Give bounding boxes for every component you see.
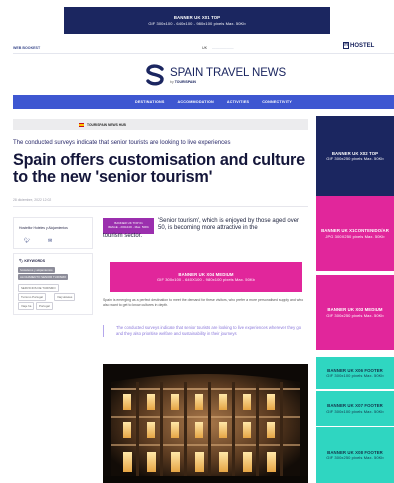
article-subhead: The conducted surveys indicate that seni… xyxy=(13,140,231,146)
main-nav: DESTINATIONS ACCOMMODATION ACTIVITIES CO… xyxy=(13,95,394,109)
banner-spec: GIF 300x100 pixels Max. 50Kb xyxy=(326,408,384,414)
author-box xyxy=(13,217,93,249)
keyword-tag[interactable]: SERVICIOS DE TURISMO xyxy=(18,284,59,293)
banner-spec: GIF 300x250 pixels Max. 50Kb xyxy=(326,156,384,162)
twitter-icon[interactable]: 🐦︎ xyxy=(24,238,30,244)
article-paragraph: Spain is emerging as a perfect destinati… xyxy=(103,298,304,307)
banner-spec: GIF 300x250 pixels Max. 50Kb xyxy=(326,312,384,318)
banner-spec: GIF 300x250 pixels Max. 50Kb xyxy=(326,455,384,461)
mail-icon[interactable]: ✉ xyxy=(48,238,52,244)
keyword-tag[interactable]: Turismo Portugal xyxy=(18,293,46,302)
section-tag-label: TOURISPAIN NEWS HUB xyxy=(87,122,126,127)
keyword-tag[interactable]: hosteleros y alojamientos xyxy=(18,267,55,274)
language-other[interactable]: —————— xyxy=(212,46,234,50)
date-divider xyxy=(13,206,308,207)
author-name[interactable]: Hostelfor Hoteles y Alojamientos xyxy=(19,226,68,230)
section-tag[interactable]: TOURISPAIN NEWS HUB xyxy=(13,119,308,130)
right-banner-ad[interactable]: BANNER UK X07 FOOTER GIF 300x100 pixels … xyxy=(316,391,394,426)
hostel-logo[interactable]: H HOSTEL xyxy=(343,42,374,49)
hostel-logo-text: HOSTEL xyxy=(350,42,375,49)
keywords-title-text: KEYWORDS xyxy=(24,259,46,263)
article-quote: The conducted surveys indicate that seni… xyxy=(103,325,308,338)
keywords-title: 🏷︎ KEYWORDS xyxy=(19,259,46,263)
banner-spec: GIF 300x100 - 640x100 - 980x100 pixels M… xyxy=(148,20,246,26)
nav-destinations[interactable]: DESTINATIONS xyxy=(135,100,165,104)
nav-accommodation[interactable]: ACCOMMODATION xyxy=(178,100,214,104)
language-uk[interactable]: UK xyxy=(202,46,207,50)
small-ad-line2: IMAGE - 200x100 - Max. 50Kb xyxy=(108,225,149,229)
inline-small-ad[interactable]: BANNER UK TOP 01 IMAGE - 200x100 - Max. 5… xyxy=(103,218,154,234)
logo-sub-prefix: by xyxy=(170,79,174,84)
keyword-tag[interactable]: Viaje ha xyxy=(18,302,35,311)
article-intro-continued: tourism sector. xyxy=(103,233,143,239)
site-logo[interactable]: SPAIN TRAVEL NEWS by TOURISPAIN xyxy=(145,64,286,86)
right-banner-ad[interactable]: BANNER UK X03 MEDIUM GIF 300x250 pixels … xyxy=(316,275,394,350)
right-banner-ad[interactable]: BANNER UK X02 TOP GIF 300x250 pixels Max… xyxy=(316,116,394,196)
article-headline: Spain offers customisation and culture t… xyxy=(13,151,305,186)
medium-banner-ad[interactable]: BANNER UK X04 MEDIUM GIF 300x100 - 640X1… xyxy=(110,262,302,292)
article-intro: 'Senior tourism', which is enjoyed by th… xyxy=(158,218,300,232)
banner-spec: GIF 300x100 - 640X100 - 980x100 pixels M… xyxy=(157,277,255,283)
utility-divider xyxy=(13,53,394,54)
right-banner-ad[interactable]: BANNER UK X1CONTENIDO/AR JPG 300X250 pix… xyxy=(316,196,394,271)
banner-spec: JPG 300X250 pixels Max. 50Kb xyxy=(325,233,385,239)
banner-spec: GIF 300x100 pixels Max. 50Kb xyxy=(326,373,384,379)
nav-activities[interactable]: ACTIVITIES xyxy=(227,100,249,104)
top-banner-ad[interactable]: BANNER UK X01 TOP GIF 300x100 - 640x100 … xyxy=(64,7,330,34)
logo-sub: by TOURISPAIN xyxy=(170,80,286,84)
logo-sub-brand: TOURISPAIN xyxy=(174,79,196,84)
nav-connectivity[interactable]: CONNECTIVITY xyxy=(262,100,292,104)
utility-link[interactable]: WEB BOOKEST xyxy=(13,46,40,50)
article-date: 28 diciembre, 2022 12:02 xyxy=(13,198,52,202)
right-banner-ad[interactable]: BANNER UK X08 FOOTER GIF 300x250 pixels … xyxy=(316,427,394,483)
logo-s-icon xyxy=(146,64,164,86)
keyword-tag[interactable]: ALOJAMIENTO SENIOR TURISMO xyxy=(18,274,69,281)
logo-title: SPAIN TRAVEL NEWS xyxy=(170,66,287,79)
hostel-h-icon: H xyxy=(343,42,349,49)
article-photo xyxy=(103,364,308,483)
spain-flag-icon xyxy=(79,122,84,127)
keyword-tag[interactable]: Portugal xyxy=(36,302,53,311)
keyword-tag[interactable]: Viaj Hoteles xyxy=(54,293,76,302)
right-banner-ad[interactable]: BANNER UK X06 FOOTER GIF 300x100 pixels … xyxy=(316,357,394,389)
